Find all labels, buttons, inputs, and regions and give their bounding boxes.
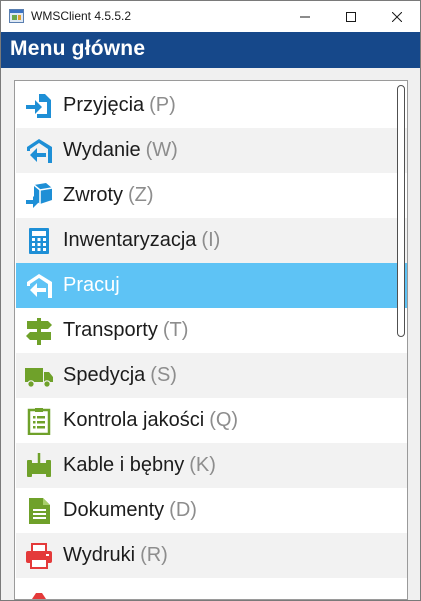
document-icon (29, 498, 50, 524)
menu-item-wydruki[interactable]: Wydruki (R) (16, 533, 407, 578)
main-menu-list: Przyjęcia (P) Wydanie (W) Zwroty (Z) Inw… (14, 80, 408, 600)
menu-item-wydanie[interactable]: Wydanie (W) (16, 128, 407, 173)
menu-item-label: Inwentaryzacja (63, 229, 197, 251)
menu-item-label: Transporty (63, 319, 158, 341)
work-arrow-icon (27, 274, 52, 298)
menu-item-label: Wydanie (63, 139, 141, 161)
truck-icon (25, 368, 53, 388)
menu-item-transporty[interactable]: Transporty (T) (16, 308, 407, 353)
close-button[interactable] (374, 1, 420, 32)
menu-item-label: Wydruki (63, 544, 136, 566)
return-box-icon (26, 183, 53, 208)
menu-item-spedycja[interactable]: Spedycja (S) (16, 353, 407, 398)
menu-item-shortcut: (R) (140, 544, 168, 566)
clipboard-checklist-icon (27, 408, 51, 435)
release-arrow-out-icon (27, 139, 52, 163)
menu-item-label: Kontrola jakości (63, 409, 205, 431)
app-icon (9, 9, 24, 23)
app-window: WMSClient 4.5.5.2 Menu główne Przyjęcia … (0, 0, 421, 601)
minimize-icon (300, 16, 310, 17)
menu-item-shortcut: (P) (149, 94, 176, 116)
menu-item-partial[interactable] (16, 578, 407, 599)
printer-icon (26, 543, 52, 569)
menu-item-kable-i-bebny[interactable]: Kable i bębny (K) (16, 443, 407, 488)
menu-item-pracuj[interactable]: Pracuj (16, 263, 407, 308)
cable-drum-icon (27, 453, 51, 477)
close-icon (392, 11, 402, 22)
menu-item-zwroty[interactable]: Zwroty (Z) (16, 173, 407, 218)
menu-item-shortcut: (K) (189, 454, 216, 476)
title-bar[interactable]: WMSClient 4.5.5.2 (1, 1, 420, 32)
menu-item-shortcut: (I) (201, 229, 221, 251)
menu-item-inwentaryzacja[interactable]: Inwentaryzacja (I) (16, 218, 407, 263)
page-title: Menu główne (10, 37, 146, 60)
menu-item-shortcut: (T) (162, 319, 189, 341)
maximize-icon (346, 11, 356, 22)
menu-item-shortcut: (S) (150, 364, 177, 386)
calculator-icon (29, 228, 49, 254)
menu-item-label: Pracuj (63, 274, 120, 296)
main-menu-header: Menu główne (1, 32, 420, 68)
menu-item-przyjecia[interactable]: Przyjęcia (P) (16, 83, 407, 128)
menu-item-label: Kable i bębny (63, 454, 185, 476)
menu-item-label: Przyjęcia (63, 94, 145, 116)
menu-item-label: Zwroty (63, 184, 123, 206)
signpost-icon (26, 318, 52, 345)
menu-item-shortcut: (Z) (128, 184, 154, 206)
vertical-scrollbar[interactable] (397, 85, 405, 337)
receipt-arrow-in-icon (26, 94, 51, 118)
menu-item-shortcut: (D) (169, 499, 197, 521)
window-title: WMSClient 4.5.5.2 (31, 9, 132, 23)
menu-item-dokumenty[interactable]: Dokumenty (D) (16, 488, 407, 533)
partial-item-icon (32, 593, 46, 599)
menu-item-kontrola-jakosci[interactable]: Kontrola jakości (Q) (16, 398, 407, 443)
menu-item-label: Dokumenty (63, 499, 165, 521)
maximize-button[interactable] (328, 1, 374, 32)
menu-item-shortcut: (W) (145, 139, 178, 161)
minimize-button[interactable] (282, 1, 328, 32)
menu-item-label: Spedycja (63, 364, 146, 386)
menu-item-shortcut: (Q) (209, 409, 239, 431)
